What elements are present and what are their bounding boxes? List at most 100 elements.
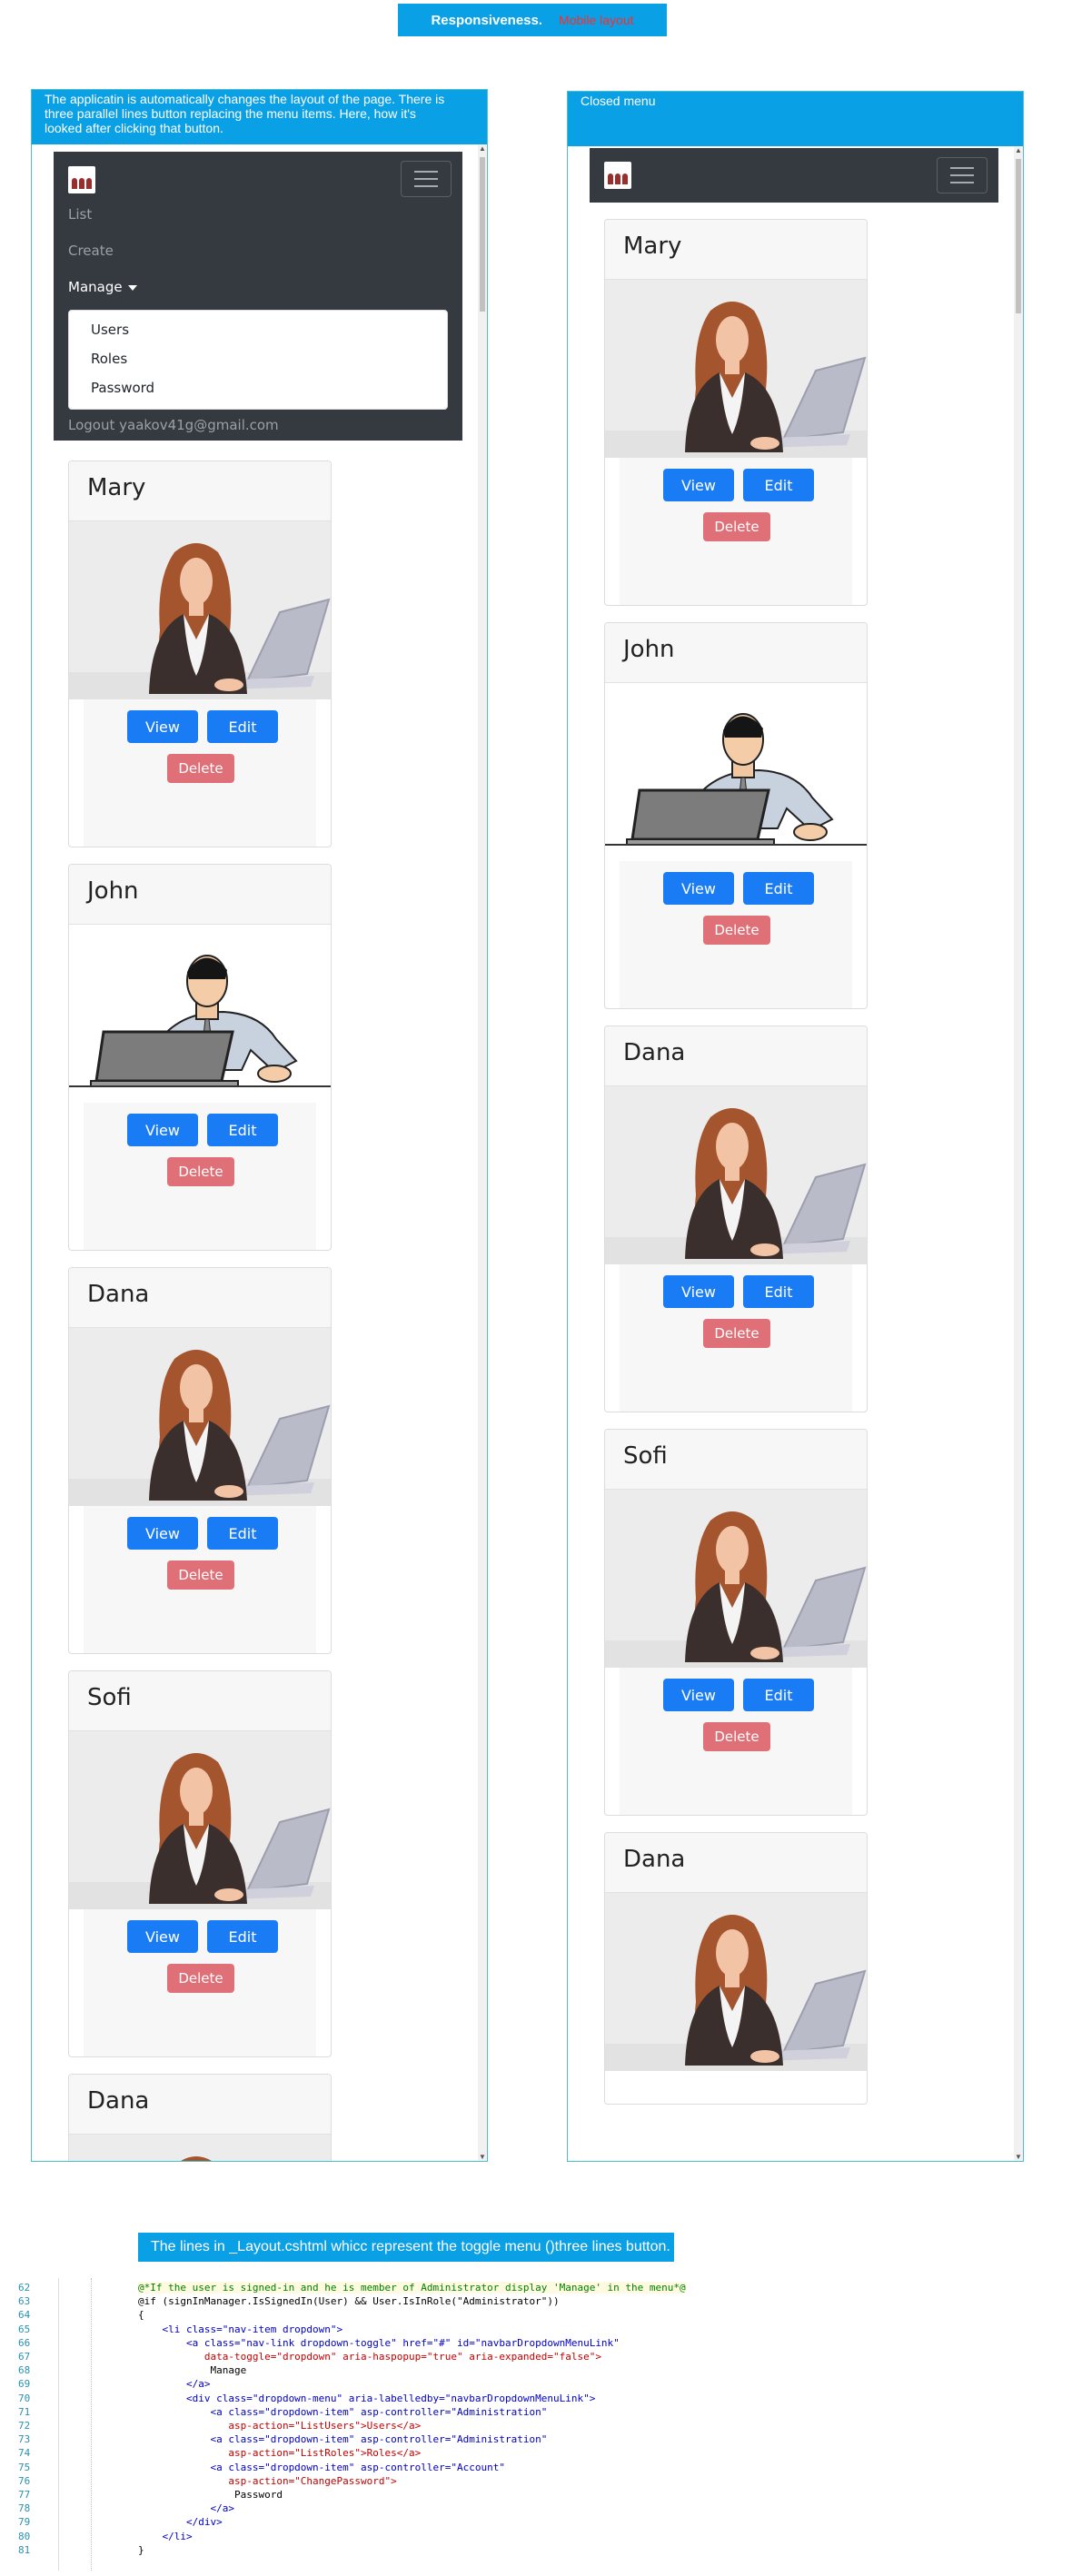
right-scrollbar[interactable]: ▲ ▼ — [1014, 146, 1023, 2161]
line-number: 73 — [18, 2433, 31, 2446]
code-line: 76 asp-action="ChangePassword"> — [0, 2475, 781, 2489]
line-number: 71 — [18, 2405, 31, 2418]
card-actions: View Edit Delete — [84, 1506, 316, 1653]
left-panel-caption: The applicatin is automatically changes … — [32, 90, 487, 144]
person-card: John View Edit Delete — [68, 864, 332, 1251]
edit-button[interactable]: Edit — [743, 1679, 814, 1711]
code-line: 74 asp-action="ListRoles">Roles</a> — [0, 2447, 781, 2461]
code-line: 65 <li class="nav-item dropdown"> — [0, 2323, 781, 2337]
line-number: 80 — [18, 2530, 31, 2542]
line-number: 81 — [18, 2543, 31, 2556]
edit-button[interactable]: Edit — [207, 1114, 278, 1146]
person-card: Dana — [68, 2074, 332, 2161]
code-text: <a class="dropdown-item" asp-controller=… — [138, 2405, 548, 2418]
code-text: </div> — [138, 2516, 223, 2529]
view-button[interactable]: View — [127, 1517, 198, 1550]
person-card: Mary View Edit Delete — [604, 219, 868, 606]
navbar-expanded: List Create Manage Users Roles Password … — [54, 152, 462, 441]
edit-button[interactable]: Edit — [207, 710, 278, 743]
nav-link-list[interactable]: List — [68, 206, 92, 223]
code-text: <a class="nav-link dropdown-toggle" href… — [138, 2336, 620, 2349]
nav-logout-link[interactable]: Logout yaakov41g@gmail.com — [68, 417, 279, 433]
person-card: Dana — [604, 1832, 868, 2105]
brand-logo-icon[interactable] — [604, 162, 631, 189]
dropdown-item-password[interactable]: Password — [91, 380, 154, 396]
code-text: Manage — [138, 2364, 247, 2377]
edit-button[interactable]: Edit — [207, 1517, 278, 1550]
person-card: John View Edit Delete — [604, 622, 868, 1009]
line-number: 74 — [18, 2447, 31, 2460]
delete-button[interactable]: Delete — [703, 916, 770, 945]
delete-button[interactable]: Delete — [167, 754, 234, 783]
delete-button[interactable]: Delete — [167, 1157, 234, 1186]
manage-label: Manage — [68, 279, 123, 295]
edit-button[interactable]: Edit — [743, 1275, 814, 1308]
code-text: asp-action="ChangePassword"> — [138, 2474, 397, 2487]
code-text: asp-action="ListUsers">Users</a> — [138, 2420, 422, 2432]
code-text: @if (signInManager.IsSignedIn(User) && U… — [138, 2295, 560, 2308]
delete-button[interactable]: Delete — [703, 1722, 770, 1751]
code-line: 70 <div class="dropdown-menu" aria-label… — [0, 2393, 781, 2406]
card-actions: View Edit Delete — [84, 699, 316, 847]
card-actions: View Edit Delete — [84, 1103, 316, 1250]
delete-button[interactable]: Delete — [167, 1560, 234, 1590]
dropdown-item-roles[interactable]: Roles — [91, 351, 127, 367]
left-scrollbar[interactable]: ▲ ▼ — [478, 144, 487, 2161]
person-name: John — [605, 623, 867, 683]
edit-button[interactable]: Edit — [743, 469, 814, 501]
card-actions: View Edit Delete — [620, 1264, 852, 1412]
delete-button[interactable]: Delete — [703, 512, 770, 541]
line-number: 77 — [18, 2489, 31, 2501]
view-button[interactable]: View — [127, 1920, 198, 1953]
menu-toggle-button[interactable] — [401, 161, 452, 197]
line-number: 70 — [18, 2392, 31, 2404]
person-photo-image — [69, 521, 331, 699]
view-button[interactable]: View — [663, 1679, 734, 1711]
edit-button[interactable]: Edit — [743, 872, 814, 905]
person-photo-image — [69, 1731, 331, 1909]
code-text: </a> — [138, 2378, 211, 2391]
code-line: 75 <a class="dropdown-item" asp-controll… — [0, 2462, 781, 2475]
right-phone-panel: Closed menu ▲ ▼ Mary View Edit Delete John Vi… — [567, 91, 1024, 2162]
code-line: 71 <a class="dropdown-item" asp-controll… — [0, 2406, 781, 2420]
line-number: 78 — [18, 2502, 31, 2515]
brand-logo-icon[interactable] — [68, 166, 95, 193]
line-number: 63 — [18, 2295, 31, 2308]
nav-link-create[interactable]: Create — [68, 243, 114, 259]
person-photo-image — [605, 683, 867, 861]
code-text: asp-action="ListRoles">Roles</a> — [138, 2447, 422, 2460]
view-button[interactable]: View — [663, 469, 734, 501]
person-photo-image — [69, 2135, 331, 2161]
view-button[interactable]: View — [663, 1275, 734, 1308]
line-number: 75 — [18, 2461, 31, 2473]
left-phone-panel: The applicatin is automatically changes … — [31, 89, 488, 2162]
view-button[interactable]: View — [127, 710, 198, 743]
view-button[interactable]: View — [127, 1114, 198, 1146]
manage-dropdown-menu: Users Roles Password — [68, 310, 448, 410]
code-line: 62 @*If the user is signed-in and he is m… — [0, 2282, 781, 2295]
delete-button[interactable]: Delete — [167, 1964, 234, 1993]
dropdown-item-users[interactable]: Users — [91, 322, 129, 338]
code-text: </li> — [138, 2530, 193, 2542]
line-number: 65 — [18, 2323, 31, 2335]
line-number: 67 — [18, 2351, 31, 2363]
person-photo-image — [605, 280, 867, 458]
banner-subtitle: Mobile layout — [559, 13, 634, 27]
person-card: Dana View Edit Delete — [68, 1267, 332, 1654]
person-photo-image — [605, 1893, 867, 2071]
code-line: 68 Manage — [0, 2364, 781, 2378]
person-name: Dana — [605, 1026, 867, 1086]
code-text: @*If the user is signed-in and he is mem… — [138, 2282, 686, 2294]
code-line: 66 <a class="nav-link dropdown-toggle" h… — [0, 2337, 781, 2351]
code-line: 64 { — [0, 2309, 781, 2323]
line-number: 79 — [18, 2516, 31, 2529]
line-number: 68 — [18, 2364, 31, 2377]
nav-link-manage[interactable]: Manage — [68, 279, 137, 295]
menu-toggle-button[interactable] — [937, 157, 988, 193]
edit-button[interactable]: Edit — [207, 1920, 278, 1953]
view-button[interactable]: View — [663, 872, 734, 905]
line-number: 76 — [18, 2474, 31, 2487]
delete-button[interactable]: Delete — [703, 1319, 770, 1348]
person-card: Mary View Edit Delete — [68, 461, 332, 847]
person-name: Mary — [69, 461, 331, 521]
